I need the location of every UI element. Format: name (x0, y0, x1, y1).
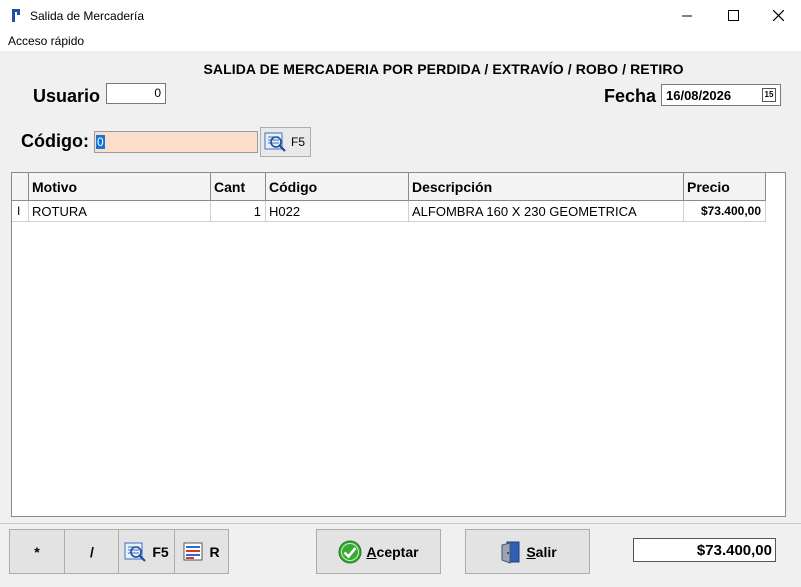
salir-label: Salir (526, 543, 557, 560)
cell-descripcion[interactable]: ALFOMBRA 160 X 230 GEOMETRICA (409, 201, 684, 221)
search-button-label: F5 (291, 135, 306, 149)
minimize-button[interactable] (664, 0, 710, 31)
minimize-icon (682, 15, 692, 16)
col-cant[interactable]: Cant (211, 173, 266, 200)
fecha-label: Fecha (604, 86, 657, 106)
menu-bar: Acceso rápido (0, 31, 801, 51)
aceptar-label: Aceptar (366, 543, 419, 560)
maximize-icon (727, 10, 739, 21)
close-button[interactable] (755, 0, 801, 31)
cell-motivo[interactable]: ROTURA (29, 201, 211, 221)
col-descripcion[interactable]: Descripción (409, 173, 684, 200)
search-list-icon (124, 542, 147, 562)
close-icon (772, 10, 784, 21)
codigo-value: 0 (96, 135, 105, 149)
app-icon (12, 9, 20, 22)
r-button[interactable]: R (174, 529, 229, 574)
col-motivo[interactable]: Motivo (29, 173, 211, 200)
check-icon (338, 540, 362, 563)
row-indicator-header (12, 173, 29, 200)
star-button[interactable]: * (9, 529, 65, 574)
search-list-icon (264, 132, 286, 152)
items-grid[interactable]: Motivo Cant Código Descripción Precio I … (11, 172, 786, 517)
cell-cant[interactable]: 1 (211, 201, 266, 221)
exit-door-icon (501, 541, 520, 564)
maximize-button[interactable] (710, 0, 756, 31)
search-product-button[interactable]: F5 (260, 127, 311, 157)
cell-precio[interactable]: $73.400,00 (684, 201, 766, 221)
calendar-icon[interactable]: 15 (762, 88, 776, 102)
fecha-value: 16/08/2026 (666, 88, 732, 103)
usuario-label: Usuario (33, 86, 101, 106)
row-edit-indicator: I (12, 201, 29, 221)
menu-acceso-rapido[interactable]: Acceso rápido (8, 34, 84, 48)
r-button-label: R (209, 543, 220, 560)
salir-button[interactable]: Salir (465, 529, 590, 574)
col-codigo[interactable]: Código (266, 173, 409, 200)
form-heading: SALIDA DE MERCADERIA POR PERDIDA / EXTRA… (203, 61, 684, 77)
total-display: $73.400,00 (633, 538, 776, 562)
separator (0, 523, 801, 524)
list-remove-icon (183, 542, 203, 560)
codigo-label: Código: (21, 131, 89, 151)
codigo-input[interactable]: 0 (94, 131, 258, 153)
cell-codigo[interactable]: H022 (266, 201, 409, 221)
star-button-label: * (34, 543, 40, 560)
title-bar: Salida de Mercadería (0, 0, 801, 31)
window-title: Salida de Mercadería (30, 9, 145, 23)
slash-button[interactable]: / (64, 529, 120, 574)
col-precio[interactable]: Precio (684, 173, 766, 200)
grid-header: Motivo Cant Código Descripción Precio (12, 173, 766, 201)
table-row[interactable]: I ROTURA 1 H022 ALFOMBRA 160 X 230 GEOME… (12, 201, 766, 222)
usuario-input[interactable]: 0 (106, 83, 166, 104)
f5-search-button[interactable]: F5 (118, 529, 175, 574)
f5-button-label: F5 (152, 543, 169, 560)
slash-button-label: / (90, 543, 94, 560)
aceptar-button[interactable]: Aceptar (316, 529, 441, 574)
fecha-date-picker[interactable]: 16/08/2026 15 (661, 84, 781, 106)
